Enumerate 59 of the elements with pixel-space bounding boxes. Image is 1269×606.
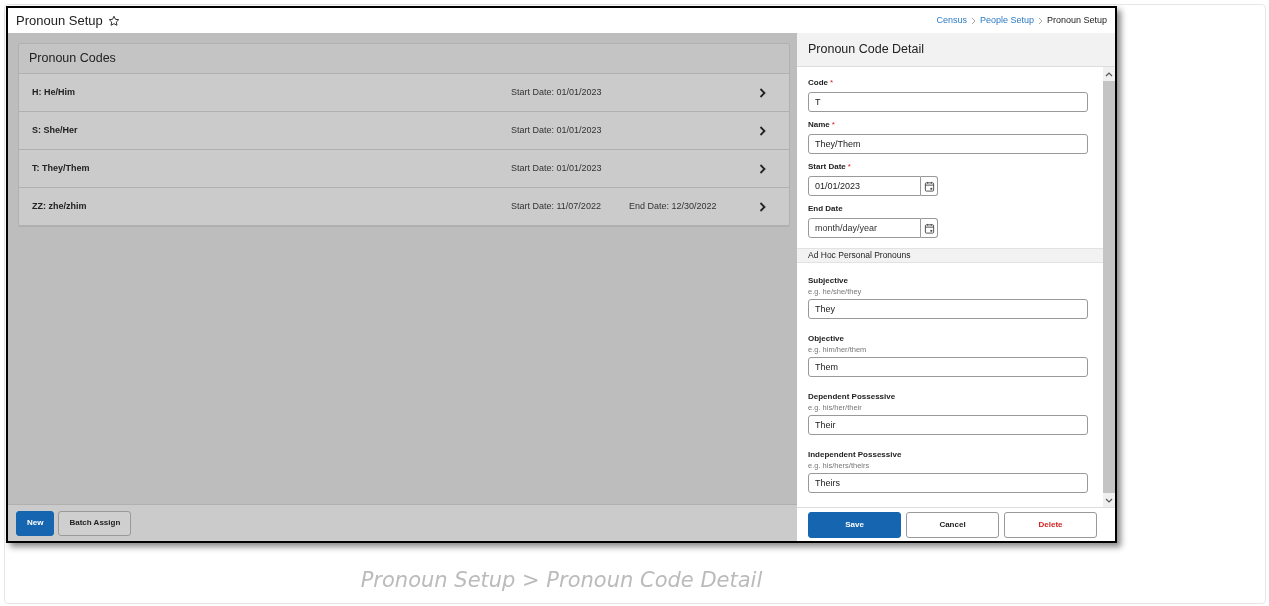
- breadcrumb-link[interactable]: Census: [936, 13, 967, 28]
- section-title: Ad Hoc Personal Pronouns: [808, 249, 911, 262]
- row-name: T: They/Them: [32, 161, 91, 175]
- batch-assign-button[interactable]: Batch Assign: [58, 510, 132, 536]
- save-button[interactable]: Save: [808, 511, 901, 538]
- delete-button[interactable]: Delete: [1004, 511, 1097, 538]
- breadcrumb-link[interactable]: People Setup: [979, 13, 1034, 28]
- scroll-up-icon[interactable]: [1105, 71, 1113, 77]
- chevron-right-icon: [759, 201, 766, 212]
- field-label: Code: [808, 77, 828, 89]
- start-date: Start Date: 01/01/2023: [511, 123, 602, 137]
- breadcrumb-current: Pronoun Setup: [1046, 13, 1107, 27]
- chevron-right-icon: [1037, 16, 1043, 25]
- required-mark: *: [847, 161, 851, 173]
- field-label: Subjective: [808, 275, 849, 286]
- list-row[interactable]: H: He/Him Start Date: 01/01/2023: [19, 74, 789, 112]
- list-row[interactable]: ZZ: zhe/zhim Start Date: 11/07/2022 End Date: 12/30/2022: [19, 188, 789, 226]
- field-label: Start Date: [808, 161, 846, 173]
- field-label: Independent Possessive: [808, 449, 903, 460]
- chevron-right-icon: [759, 163, 766, 174]
- chevron-right-icon: [759, 125, 766, 136]
- row-name: S: She/Her: [32, 123, 79, 137]
- star-icon[interactable]: [107, 14, 120, 27]
- field-label: Dependent Possessive: [808, 391, 897, 402]
- scrollbar[interactable]: [1103, 67, 1115, 507]
- field-label: End Date: [808, 203, 843, 215]
- list-title: Pronoun Codes: [29, 50, 116, 68]
- date-field[interactable]: month/day/year: [808, 218, 921, 238]
- row-name: H: He/Him: [32, 85, 76, 99]
- end-date: End Date: 12/30/2022: [629, 199, 717, 213]
- input-field[interactable]: Their: [808, 415, 1088, 435]
- new-button[interactable]: New: [16, 510, 55, 536]
- row-name: ZZ: zhe/zhim: [32, 199, 88, 213]
- start-date: Start Date: 01/01/2023: [511, 85, 602, 99]
- list-row[interactable]: T: They/Them Start Date: 01/01/2023: [19, 150, 789, 188]
- required-mark: *: [831, 119, 835, 131]
- date-field[interactable]: 01/01/2023: [808, 176, 921, 196]
- cancel-button[interactable]: Cancel: [906, 511, 999, 538]
- field-label: Objective: [808, 333, 845, 344]
- start-date: Start Date: 11/07/2022: [511, 199, 601, 213]
- input-field[interactable]: Theirs: [808, 473, 1088, 493]
- input-field[interactable]: They/Them: [808, 134, 1088, 154]
- list-row[interactable]: S: She/Her Start Date: 01/01/2023: [19, 112, 789, 150]
- required-mark: *: [830, 77, 834, 89]
- calendar-icon: [923, 180, 935, 192]
- chevron-right-icon: [759, 87, 766, 98]
- start-date: Start Date: 01/01/2023: [511, 161, 602, 175]
- chevron-right-icon: [970, 16, 976, 25]
- input-field[interactable]: They: [808, 299, 1088, 319]
- page-title: Pronoun Setup: [16, 11, 103, 30]
- detail-title: Pronoun Code Detail: [808, 41, 925, 59]
- calendar-button[interactable]: [921, 218, 938, 238]
- input-field[interactable]: Them: [808, 357, 1088, 377]
- scroll-down-icon[interactable]: [1105, 497, 1113, 503]
- calendar-icon: [923, 222, 935, 234]
- field-label: Name: [808, 119, 830, 131]
- caption: Pronoun Setup > Pronoun Code Detail: [360, 567, 763, 594]
- input-field[interactable]: T: [808, 92, 1088, 112]
- calendar-button[interactable]: [921, 176, 938, 196]
